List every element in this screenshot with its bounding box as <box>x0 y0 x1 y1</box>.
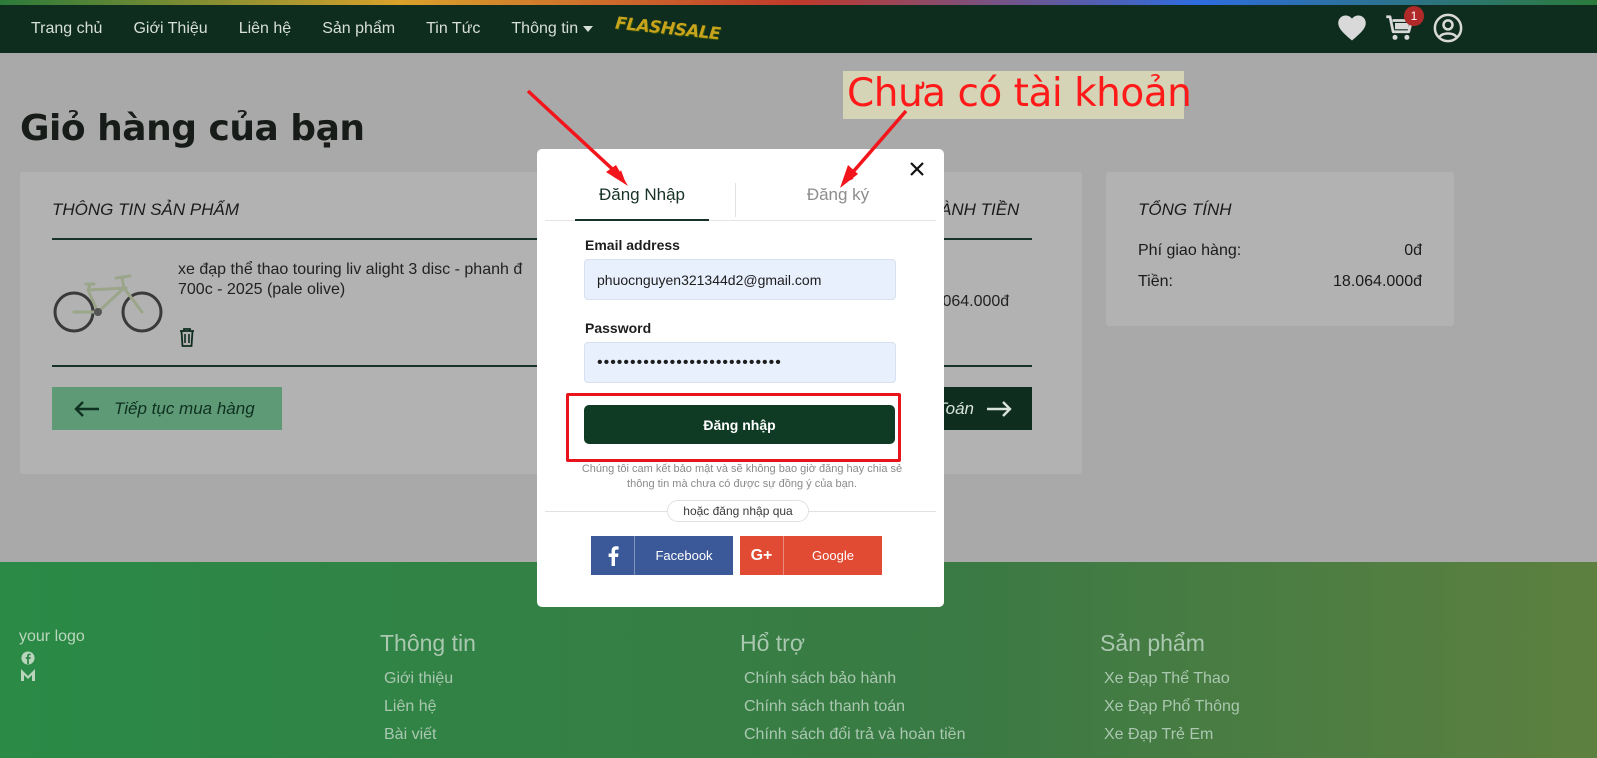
nav-info-dropdown[interactable]: Thông tin <box>511 20 594 38</box>
email-field[interactable] <box>584 259 896 300</box>
footer-col-products: Sản phẩm Xe Đạp Thể Thao Xe Đạp Phổ Thôn… <box>1100 630 1240 749</box>
google-label: Google <box>812 548 854 563</box>
nav-contact[interactable]: Liên hệ <box>239 20 292 38</box>
auth-tabs: Đăng Nhập Đăng ký <box>545 177 936 221</box>
footer-col-info: Thông tin Giới thiệu Liên hệ Bài viết <box>380 630 476 749</box>
user-account-icon[interactable] <box>1432 12 1464 44</box>
footer-link-payment[interactable]: Chính sách thanh toán <box>744 693 965 721</box>
tab-register[interactable]: Đăng ký <box>763 185 913 205</box>
nav-about[interactable]: Giới Thiệu <box>133 20 207 38</box>
google-plus-icon: G+ <box>740 536 784 575</box>
footer-link-returns[interactable]: Chính sách đổi trả và hoàn tiền <box>744 721 965 749</box>
facebook-login-button[interactable]: Facebook <box>591 536 733 575</box>
footer-link-warranty[interactable]: Chính sách bảo hành <box>744 665 965 693</box>
footer-link-contact[interactable]: Liên hệ <box>384 693 476 721</box>
trash-icon[interactable] <box>178 327 196 347</box>
login-button[interactable]: Đăng nhập <box>584 405 895 444</box>
facebook-icon[interactable] <box>20 651 36 665</box>
privacy-note: Chúng tôi cam kết bảo mật và sẽ không ba… <box>581 463 903 490</box>
medium-icon[interactable] <box>20 668 36 682</box>
money-value: 18.064.000đ <box>1333 273 1422 290</box>
line-total-header: ÀNH TIỀN <box>940 200 1020 219</box>
shipping-row: Phí giao hàng: 0đ <box>1138 242 1422 260</box>
product-image-bicycle[interactable] <box>52 264 164 338</box>
money-row: Tiền: 18.064.000đ <box>1138 273 1422 291</box>
arrow-left-icon <box>74 400 99 417</box>
flashsale-logo[interactable]: FLASHSALE <box>614 14 721 45</box>
order-summary-card: TỔNG TÍNH Phí giao hàng: 0đ Tiền: 18.064… <box>1106 172 1454 326</box>
footer-link-about[interactable]: Giới thiệu <box>384 665 476 693</box>
page-title: Giỏ hàng của bạn <box>20 108 365 149</box>
money-label: Tiền: <box>1138 273 1173 290</box>
arrow-right-icon <box>987 400 1012 417</box>
annotation-note: Chưa có tài khoản <box>843 71 1192 119</box>
footer-col-info-title: Thông tin <box>380 630 476 656</box>
footer-logo[interactable]: your logo <box>19 628 85 646</box>
product-name[interactable]: xe đạp thể thao touring liv alight 3 dis… <box>178 260 558 300</box>
heart-icon[interactable] <box>1336 12 1368 44</box>
login-modal: Đăng Nhập Đăng ký Email address Password… <box>537 149 944 607</box>
password-field[interactable] <box>584 342 896 383</box>
caret-down-icon <box>583 25 594 32</box>
footer-col-support: Hổ trợ Chính sách bảo hành Chính sách th… <box>740 630 965 749</box>
google-login-button[interactable]: G+ Google <box>740 536 882 575</box>
footer-link-sport-bikes[interactable]: Xe Đạp Thể Thao <box>1104 665 1240 693</box>
footer-col-support-title: Hổ trợ <box>740 630 805 656</box>
password-label: Password <box>585 320 652 336</box>
tab-separator <box>735 183 736 217</box>
continue-shopping-label: Tiếp tục mua hàng <box>114 398 255 418</box>
nav-news[interactable]: Tin Tức <box>426 20 480 38</box>
nav-products[interactable]: Sản phẩm <box>322 20 395 38</box>
email-label: Email address <box>585 237 680 253</box>
or-login-via: hoặc đăng nhập qua <box>667 500 809 522</box>
shipping-label: Phí giao hàng: <box>1138 242 1242 259</box>
summary-title: TỔNG TÍNH <box>1138 200 1232 219</box>
nav-info-label: Thông tin <box>511 20 579 37</box>
close-icon[interactable] <box>907 159 927 179</box>
footer-link-kids-bikes[interactable]: Xe Đạp Trẻ Em <box>1104 721 1240 749</box>
footer-link-city-bikes[interactable]: Xe Đạp Phổ Thông <box>1104 693 1240 721</box>
product-info-header: THÔNG TIN SẢN PHẨM <box>52 200 240 219</box>
shipping-value: 0đ <box>1404 242 1422 259</box>
footer-col-products-title: Sản phẩm <box>1100 630 1205 656</box>
footer-link-posts[interactable]: Bài viết <box>384 721 476 749</box>
continue-shopping-button[interactable]: Tiếp tục mua hàng <box>52 387 282 430</box>
tab-login[interactable]: Đăng Nhập <box>575 185 709 221</box>
nav-icon-group: 1 <box>1336 6 1464 44</box>
nav-home[interactable]: Trang chủ <box>31 20 102 38</box>
facebook-icon <box>591 536 635 575</box>
cart-icon[interactable]: 1 <box>1384 6 1424 44</box>
top-navbar: Trang chủ Giới Thiệu Liên hệ Sản phẩm Ti… <box>0 5 1597 53</box>
facebook-label: Facebook <box>655 548 713 563</box>
line-total-value: .064.000đ <box>938 293 1010 310</box>
cart-count-badge: 1 <box>1404 6 1424 26</box>
